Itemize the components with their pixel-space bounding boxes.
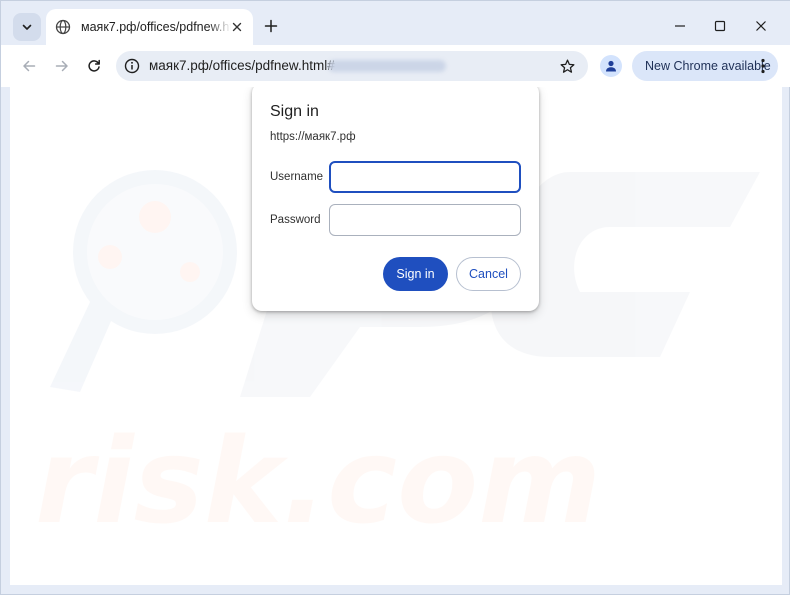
globe-icon bbox=[55, 19, 71, 35]
minimize-button[interactable] bbox=[669, 15, 691, 37]
chevron-down-icon bbox=[22, 24, 32, 30]
info-icon[interactable] bbox=[124, 58, 140, 74]
maximize-icon bbox=[714, 20, 726, 32]
new-tab-button[interactable] bbox=[260, 15, 282, 37]
update-label: New Chrome available bbox=[645, 59, 771, 73]
sign-in-dialog: Sign in https://маяк7.рф Username Passwo… bbox=[252, 87, 539, 311]
tab-title: маяк7.рф/offices/pdfnew.html# bbox=[81, 20, 231, 34]
redacted-url-fragment bbox=[328, 60, 446, 72]
page-viewport: risk.com Sign in https://маяк7.рф Userna… bbox=[10, 87, 782, 585]
address-bar[interactable]: маяк7.рф/offices/pdfnew.html# bbox=[116, 51, 588, 81]
close-icon bbox=[756, 21, 766, 31]
cancel-button[interactable]: Cancel bbox=[456, 257, 521, 291]
maximize-button[interactable] bbox=[709, 15, 731, 37]
dialog-origin: https://маяк7.рф bbox=[270, 131, 356, 143]
dialog-title: Sign in bbox=[270, 103, 319, 120]
arrow-left-icon bbox=[23, 60, 36, 72]
person-icon bbox=[606, 60, 616, 72]
new-chrome-available-button[interactable]: New Chrome available bbox=[632, 51, 778, 81]
reload-icon bbox=[88, 59, 100, 72]
star-icon[interactable] bbox=[558, 57, 576, 75]
profile-button[interactable] bbox=[600, 55, 622, 77]
plus-icon bbox=[264, 19, 278, 33]
close-icon[interactable] bbox=[230, 20, 244, 34]
toolbar: маяк7.рф/offices/pdfnew.html# New Chrome… bbox=[1, 45, 790, 87]
close-window-button[interactable] bbox=[750, 15, 772, 37]
svg-text:risk.com: risk.com bbox=[35, 412, 601, 550]
password-field[interactable] bbox=[329, 204, 521, 236]
browser-window: маяк7.рф/offices/pdfnew.html# bbox=[0, 0, 790, 595]
tab-strip: маяк7.рф/offices/pdfnew.html# bbox=[1, 1, 790, 45]
forward-button[interactable] bbox=[51, 55, 73, 77]
tab-search-button[interactable] bbox=[13, 13, 41, 41]
password-label: Password bbox=[270, 214, 321, 226]
sign-in-button[interactable]: Sign in bbox=[383, 257, 448, 291]
back-button[interactable] bbox=[18, 55, 40, 77]
minimize-icon bbox=[675, 25, 685, 27]
reload-button[interactable] bbox=[83, 55, 105, 77]
arrow-right-icon bbox=[55, 60, 68, 72]
more-vert-icon[interactable] bbox=[756, 57, 770, 75]
username-field[interactable] bbox=[329, 161, 521, 193]
url-text: маяк7.рф/offices/pdfnew.html# bbox=[149, 58, 335, 73]
username-label: Username bbox=[270, 171, 324, 183]
tab-active[interactable]: маяк7.рф/offices/pdfnew.html# bbox=[46, 9, 253, 45]
